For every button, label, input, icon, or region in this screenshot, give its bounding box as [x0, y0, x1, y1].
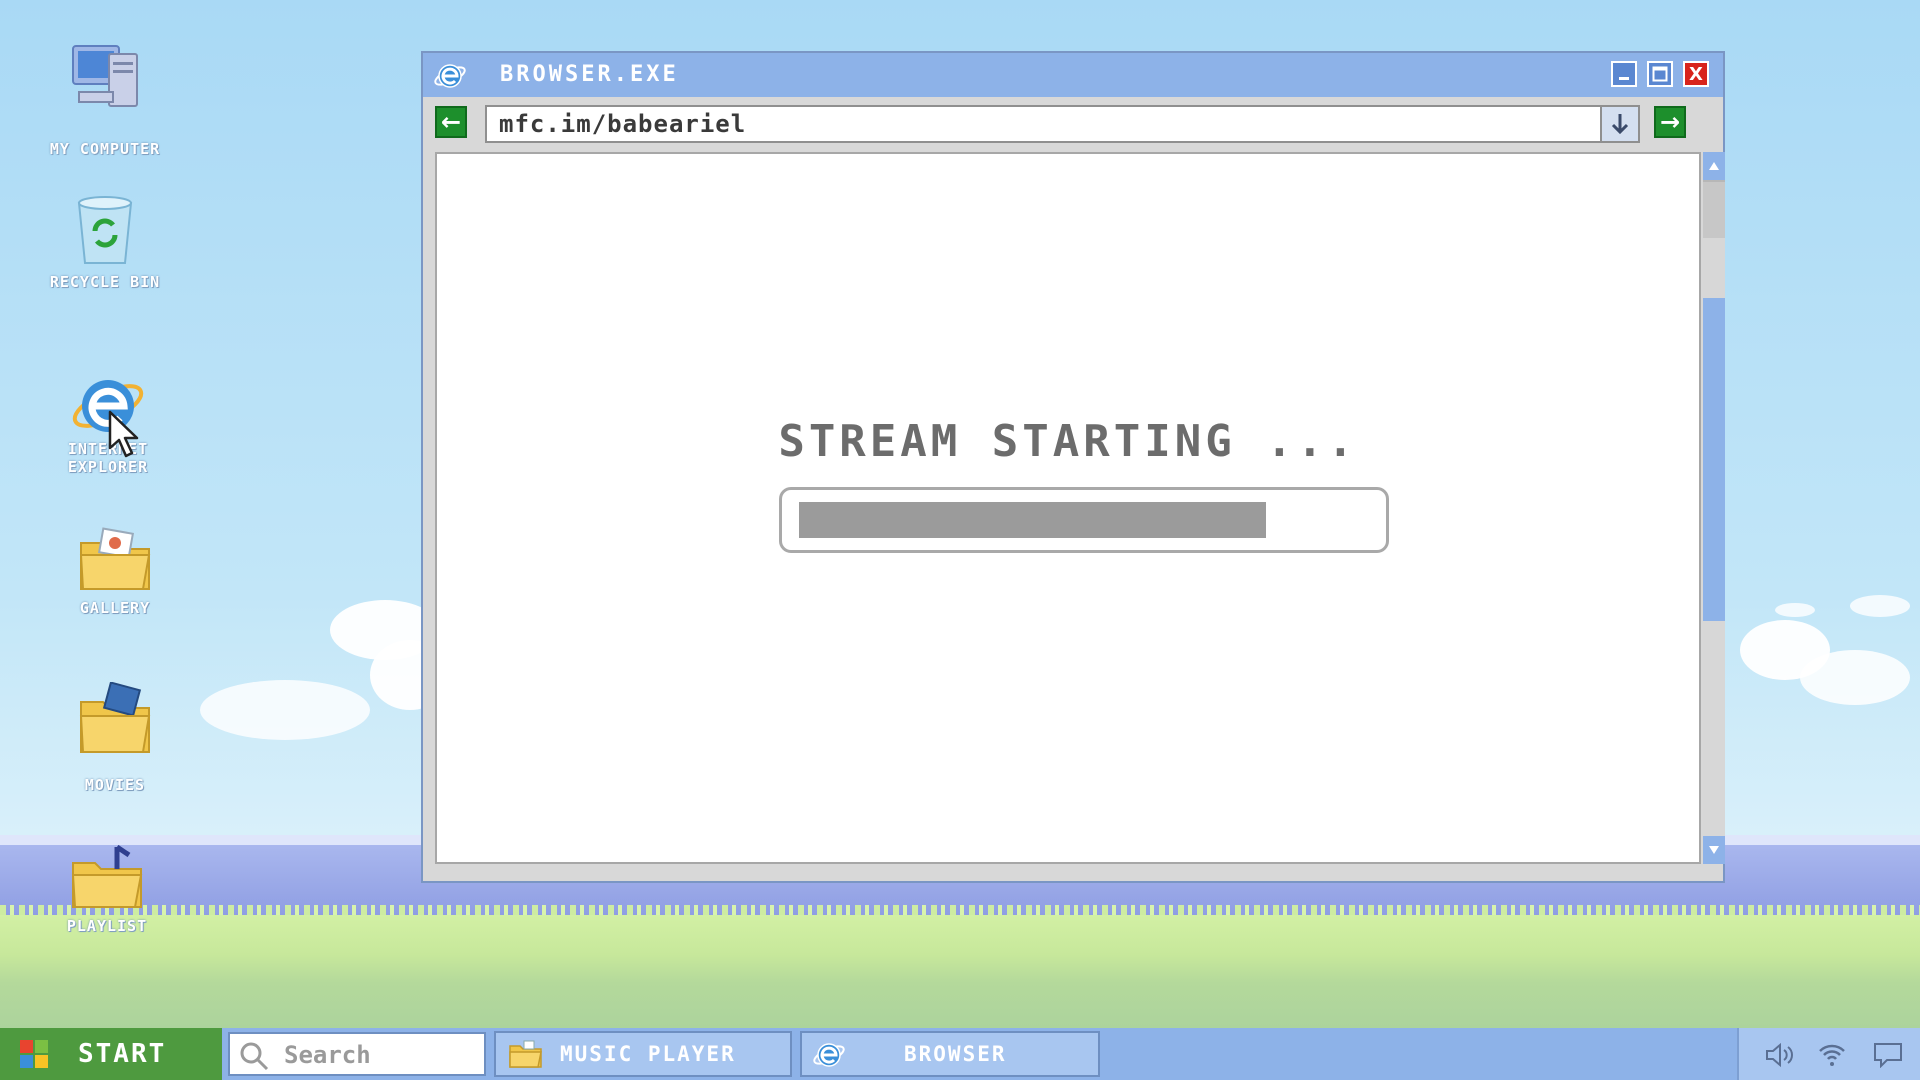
taskbar-app-label: MUSIC PLAYER	[560, 1042, 736, 1066]
taskbar-search[interactable]	[228, 1032, 486, 1076]
vertical-scrollbar[interactable]	[1703, 152, 1725, 864]
desktop-icon-label: PLAYLIST	[66, 917, 148, 935]
cloud	[200, 680, 370, 740]
desktop-icon-gallery[interactable]: GALLERY	[40, 525, 190, 617]
desktop-icon-label: RECYCLE BIN	[49, 273, 161, 291]
triangle-up-icon	[1709, 162, 1719, 170]
internet-explorer-icon	[813, 1043, 845, 1067]
system-tray	[1737, 1028, 1920, 1080]
computer-icon	[72, 45, 138, 107]
scroll-down-button[interactable]	[1703, 836, 1725, 864]
desktop-icon-recycle-bin[interactable]: RECYCLE BIN	[30, 193, 180, 291]
taskbar-app-label: BROWSER	[904, 1042, 1007, 1066]
recycle-bin-icon	[77, 196, 133, 264]
arrow-down-icon	[1611, 114, 1629, 135]
volume-icon[interactable]	[1764, 1042, 1796, 1068]
minimize-button[interactable]	[1611, 61, 1637, 87]
minimize-icon	[1619, 77, 1629, 80]
forward-arrow-icon: →	[1659, 108, 1681, 136]
progress-fill	[799, 502, 1266, 538]
triangle-down-icon	[1709, 846, 1719, 854]
folder-music-icon	[509, 1040, 542, 1068]
close-icon: X	[1689, 63, 1703, 85]
search-icon	[240, 1042, 269, 1071]
mouse-cursor-icon	[108, 410, 139, 458]
close-button[interactable]: X	[1683, 61, 1709, 87]
maximize-button[interactable]	[1647, 61, 1673, 87]
notification-icon[interactable]	[1873, 1042, 1903, 1068]
gallery-folder-icon	[79, 527, 151, 590]
stream-progress-bar	[779, 487, 1389, 553]
address-bar[interactable]	[485, 105, 1640, 143]
address-dropdown-button[interactable]	[1600, 107, 1638, 141]
playlist-folder-icon	[71, 844, 143, 908]
desktop-icon-label: MOVIES	[84, 776, 146, 794]
wifi-icon[interactable]	[1817, 1042, 1847, 1068]
navigation-bar: ← →	[423, 97, 1723, 147]
window-title: BROWSER.EXE	[500, 62, 679, 87]
cloud	[1850, 595, 1910, 617]
window-titlebar[interactable]: BROWSER.EXE X	[423, 53, 1723, 97]
stream-status-text: STREAM STARTING ...	[778, 416, 1358, 467]
taskbar: START MUSIC PLAYER BROWSER	[0, 1028, 1920, 1080]
cloud	[1775, 603, 1815, 617]
go-button[interactable]: →	[1654, 106, 1686, 138]
movies-folder-icon	[79, 682, 151, 753]
maximize-icon	[1652, 66, 1668, 82]
back-arrow-icon: ←	[440, 108, 462, 136]
desktop-icon-label: GALLERY	[79, 599, 151, 617]
windows-logo-icon	[20, 1040, 48, 1068]
desktop-icon-label: MY COMPUTER	[49, 140, 161, 158]
grass	[0, 915, 1920, 1028]
scroll-thumb[interactable]	[1703, 298, 1725, 621]
taskbar-app-music-player[interactable]: MUSIC PLAYER	[494, 1031, 792, 1077]
desktop-icon-movies[interactable]: MOVIES	[40, 682, 190, 794]
scroll-track	[1703, 180, 1725, 238]
internet-explorer-icon	[434, 64, 466, 88]
start-button[interactable]: START	[0, 1028, 222, 1080]
desktop-icon-label-line2: EXPLORER	[67, 458, 149, 476]
scroll-up-button[interactable]	[1703, 152, 1725, 180]
page-viewport: STREAM STARTING ...	[435, 152, 1701, 864]
desktop-icon-my-computer[interactable]: MY COMPUTER	[30, 40, 180, 158]
back-button[interactable]: ←	[435, 106, 467, 138]
taskbar-app-browser[interactable]: BROWSER	[800, 1031, 1100, 1077]
search-input[interactable]	[284, 1040, 474, 1070]
start-label: START	[78, 1039, 167, 1069]
desktop-icon-playlist[interactable]: PLAYLIST	[32, 843, 182, 935]
cloud	[1800, 650, 1910, 705]
browser-window: BROWSER.EXE X ← → STREAM STARTING ...	[421, 51, 1725, 883]
address-input[interactable]	[499, 110, 1579, 138]
